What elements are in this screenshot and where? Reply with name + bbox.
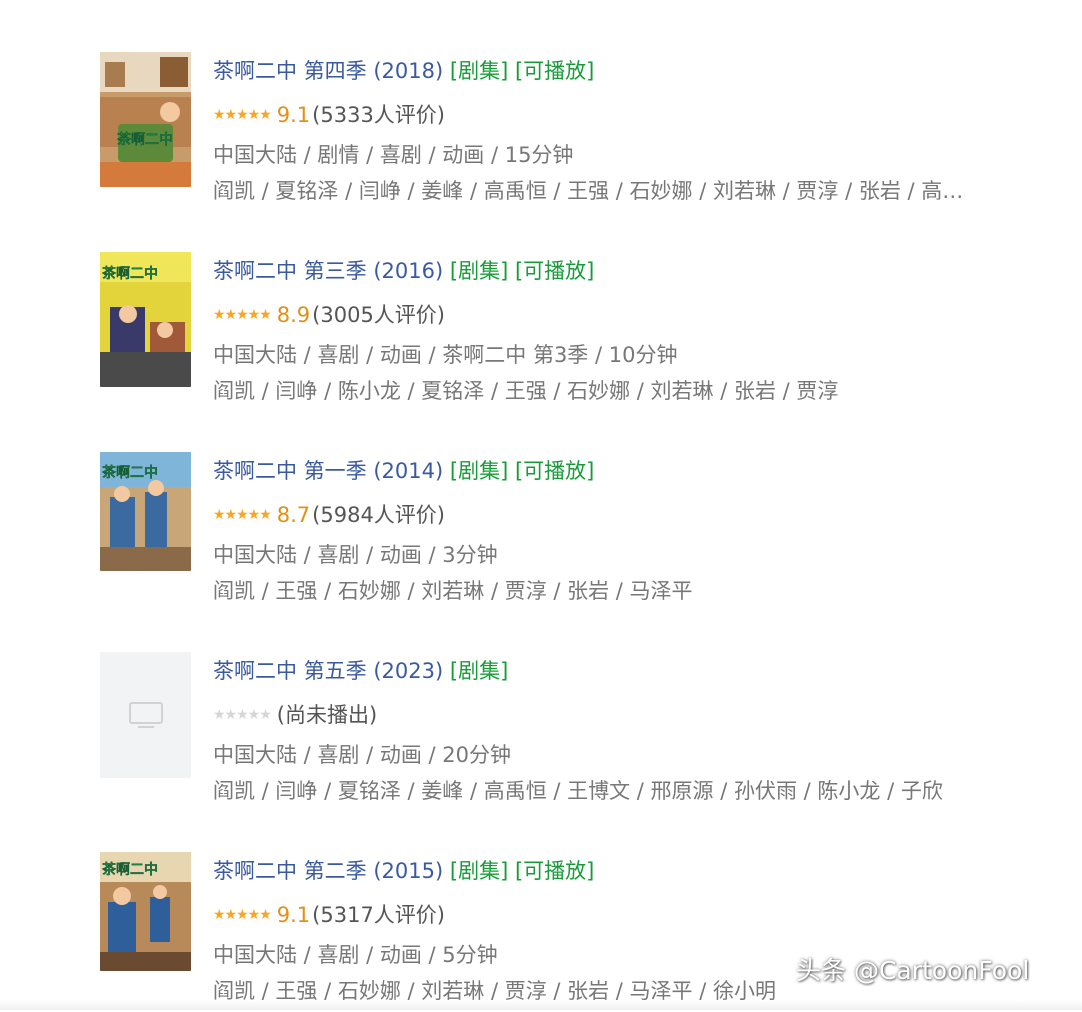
rating-line: ★★★★★ 9.1(5333人评价)	[213, 102, 445, 128]
rating-count: (5984人评价)	[312, 503, 446, 527]
playable-tag[interactable]: [可播放]	[515, 59, 594, 83]
item-cast: 阎凯 / 闫峥 / 陈小龙 / 夏铭泽 / 王强 / 石妙娜 / 刘若琳 / 张…	[213, 379, 839, 403]
list-item: 茶啊二中 茶啊二中 第四季 (2018) [剧集] [可播放] ★★★★★ 9.1…	[100, 52, 1060, 212]
star-rating-icon: ★★★★★	[213, 107, 272, 123]
list-item: 茶啊二中 茶啊二中 第一季 (2014) [剧集] [可播放] ★★★★★ 8.7…	[100, 452, 1060, 612]
star-rating-empty-icon: ★★★★★	[213, 707, 272, 723]
list-item: 茶啊二中 茶啊二中 第二季 (2015) [剧集] [可播放] ★★★★★ 9.1…	[100, 852, 1060, 1012]
rating-line: ★★★★★ (尚未播出)	[213, 702, 377, 728]
poster-season4-art: 茶啊二中	[100, 52, 191, 187]
rating-score: 8.9	[276, 303, 311, 327]
item-title-line: 茶啊二中 第四季 (2018) [剧集] [可播放]	[213, 58, 594, 84]
item-meta: 中国大陆 / 喜剧 / 动画 / 5分钟	[213, 943, 498, 967]
poster-logo-text: 茶啊二中	[102, 465, 158, 481]
item-title-link[interactable]: 茶啊二中 第五季 (2023)	[213, 659, 443, 683]
star-rating-icon: ★★★★★	[213, 907, 272, 923]
poster-logo-text: 茶啊二中	[102, 266, 158, 282]
poster-season3-art: 茶啊二中	[100, 252, 191, 387]
poster-image[interactable]: 茶啊二中	[100, 852, 191, 971]
rating-count: (3005人评价)	[312, 303, 446, 327]
item-title-link[interactable]: 茶啊二中 第一季 (2014)	[213, 459, 443, 483]
series-tag: [剧集]	[449, 659, 509, 683]
rating-score: 9.1	[276, 103, 311, 127]
poster-placeholder[interactable]	[100, 652, 191, 778]
rating-status: (尚未播出)	[276, 703, 378, 727]
rating-count: (5333人评价)	[312, 103, 446, 127]
rating-score: 8.7	[276, 503, 311, 527]
item-cast: 阎凯 / 夏铭泽 / 闫峥 / 姜峰 / 高禹恒 / 王强 / 石妙娜 / 刘若…	[213, 179, 964, 203]
poster-logo-text: 茶啊二中	[102, 862, 158, 878]
item-meta: 中国大陆 / 喜剧 / 动画 / 20分钟	[213, 743, 511, 767]
item-meta: 中国大陆 / 剧情 / 喜剧 / 动画 / 15分钟	[213, 143, 574, 167]
rating-line: ★★★★★ 8.9(3005人评价)	[213, 302, 445, 328]
rating-count: (5317人评价)	[312, 903, 446, 927]
series-tag: [剧集]	[449, 259, 509, 283]
item-title-link[interactable]: 茶啊二中 第四季 (2018)	[213, 59, 443, 83]
item-cast: 阎凯 / 王强 / 石妙娜 / 刘若琳 / 贾淳 / 张岩 / 马泽平	[213, 579, 693, 603]
tv-placeholder-icon	[100, 652, 191, 778]
rating-score: 9.1	[276, 903, 311, 927]
poster-image[interactable]: 茶啊二中	[100, 452, 191, 571]
poster-image[interactable]: 茶啊二中	[100, 252, 191, 387]
poster-season1-art: 茶啊二中	[100, 452, 191, 571]
star-rating-icon: ★★★★★	[213, 507, 272, 523]
item-title-line: 茶啊二中 第一季 (2014) [剧集] [可播放]	[213, 458, 594, 484]
watermark-text: 头条 @CartoonFool	[796, 956, 1030, 985]
poster-logo-text: 茶啊二中	[117, 132, 173, 148]
item-title-link[interactable]: 茶啊二中 第三季 (2016)	[213, 259, 443, 283]
poster-season2-art: 茶啊二中	[100, 852, 191, 971]
series-tag: [剧集]	[449, 859, 509, 883]
item-title-line: 茶啊二中 第五季 (2023) [剧集]	[213, 658, 508, 684]
item-meta: 中国大陆 / 喜剧 / 动画 / 茶啊二中 第3季 / 10分钟	[213, 343, 678, 367]
item-title-line: 茶啊二中 第二季 (2015) [剧集] [可播放]	[213, 858, 594, 884]
playable-tag[interactable]: [可播放]	[515, 259, 594, 283]
item-meta: 中国大陆 / 喜剧 / 动画 / 3分钟	[213, 543, 498, 567]
rating-line: ★★★★★ 9.1(5317人评价)	[213, 902, 445, 928]
series-tag: [剧集]	[449, 59, 509, 83]
list-item: 茶啊二中 第五季 (2023) [剧集] ★★★★★ (尚未播出) 中国大陆 / …	[100, 652, 1060, 812]
poster-image[interactable]: 茶啊二中	[100, 52, 191, 187]
star-rating-icon: ★★★★★	[213, 307, 272, 323]
item-cast: 阎凯 / 闫峥 / 夏铭泽 / 姜峰 / 高禹恒 / 王博文 / 邢原源 / 孙…	[213, 779, 943, 803]
bottom-edge	[0, 1000, 1082, 1010]
rating-line: ★★★★★ 8.7(5984人评价)	[213, 502, 445, 528]
series-tag: [剧集]	[449, 459, 509, 483]
playable-tag[interactable]: [可播放]	[515, 459, 594, 483]
item-title-link[interactable]: 茶啊二中 第二季 (2015)	[213, 859, 443, 883]
item-title-line: 茶啊二中 第三季 (2016) [剧集] [可播放]	[213, 258, 594, 284]
list-item: 茶啊二中 茶啊二中 第三季 (2016) [剧集] [可播放] ★★★★★ 8.9…	[100, 252, 1060, 412]
playable-tag[interactable]: [可播放]	[515, 859, 594, 883]
